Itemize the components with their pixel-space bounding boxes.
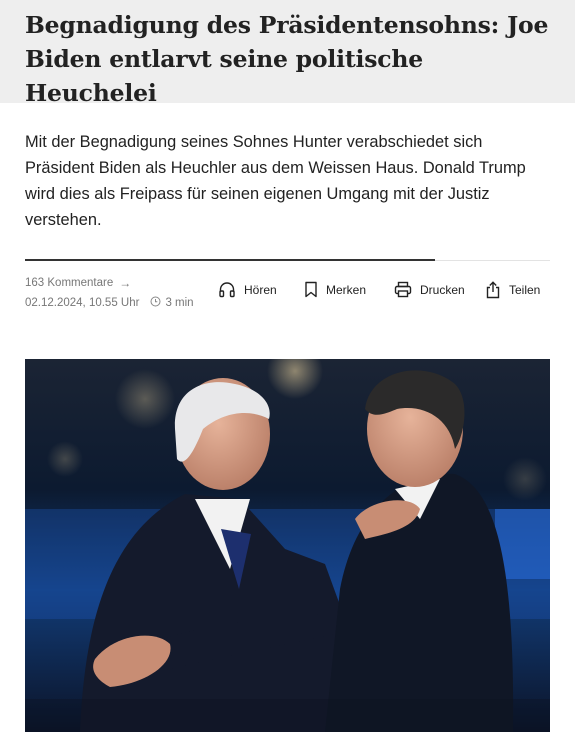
bookmark-icon bbox=[304, 281, 318, 298]
bookmark-button[interactable]: Merken bbox=[304, 281, 366, 298]
read-time: 3 min bbox=[165, 297, 194, 309]
clock-icon bbox=[150, 296, 161, 310]
arrow-right-icon: → bbox=[119, 276, 132, 290]
share-icon bbox=[485, 281, 501, 299]
article-meta: 02.12.2024, 10.55 Uhr 3 min bbox=[25, 296, 194, 310]
headphones-icon bbox=[218, 281, 236, 298]
bookmark-label: Merken bbox=[326, 282, 367, 297]
comments-link[interactable]: 163 Kommentare → bbox=[25, 276, 131, 290]
reading-progress-bar bbox=[25, 259, 435, 261]
publish-date: 02.12.2024, 10.55 Uhr bbox=[25, 297, 140, 309]
article-title: Begnadigung des Präsidentensohns: Joe Bi… bbox=[25, 11, 549, 107]
share-button[interactable]: Teilen bbox=[485, 281, 540, 299]
article-lead: Mit der Begnadigung seines Sohnes Hunter… bbox=[25, 133, 526, 229]
print-button[interactable]: Drucken bbox=[394, 281, 465, 298]
headline-banner: Begnadigung des Präsidentensohns: Joe Bi… bbox=[0, 0, 575, 107]
print-label: Drucken bbox=[420, 282, 465, 297]
share-label: Teilen bbox=[509, 283, 541, 297]
printer-icon bbox=[394, 281, 412, 298]
listen-label: Hören bbox=[244, 282, 277, 297]
comments-count: 163 Kommentare bbox=[25, 277, 114, 289]
listen-button[interactable]: Hören bbox=[218, 281, 277, 298]
article-photo bbox=[25, 359, 550, 732]
